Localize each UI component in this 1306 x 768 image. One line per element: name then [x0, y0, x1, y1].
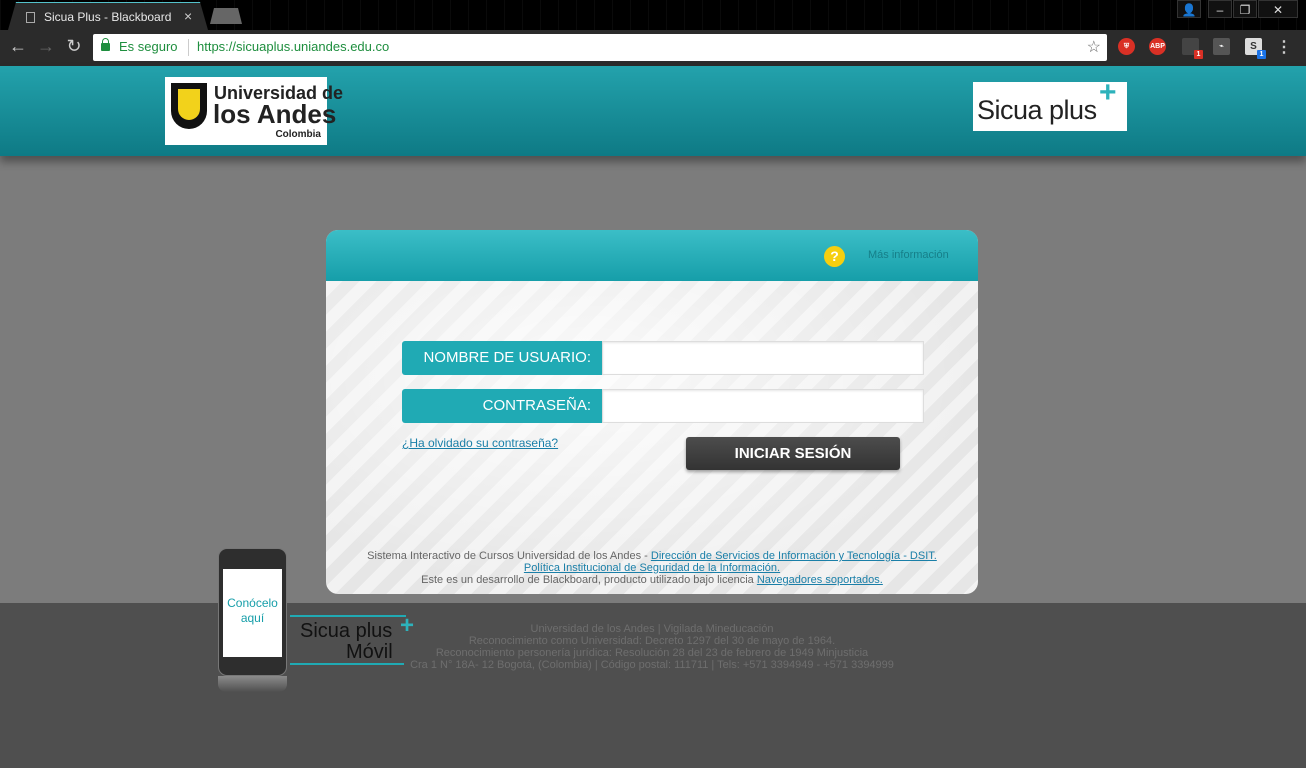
sicua-logo-text: Sicua plus	[977, 95, 1097, 125]
password-label: CONTRASEÑA:	[402, 389, 612, 423]
password-input[interactable]	[602, 389, 924, 423]
username-input[interactable]	[602, 341, 924, 375]
bookmark-star-icon[interactable]: ☆	[1087, 37, 1101, 57]
sicua-movil-title: Sicua plus	[300, 620, 393, 642]
login-card-header: ? Más información	[326, 230, 978, 281]
forgot-password-link[interactable]: ¿Ha olvidado su contraseña?	[402, 436, 558, 450]
extension-icon[interactable]: 1	[1182, 38, 1203, 59]
phone-screen: Conócelo aquí	[223, 569, 282, 657]
forward-button[interactable]: →	[34, 36, 58, 57]
browser-toolbar: ← → ↻ Es seguro https://sicuaplus.uniand…	[0, 30, 1306, 66]
reload-button[interactable]: ↻	[62, 36, 86, 57]
security-policy-link[interactable]: Política Institucional de Seguridad de l…	[524, 562, 780, 574]
site-header: Universidad de los Andes Colombia Sicua …	[0, 66, 1306, 156]
divider	[290, 615, 406, 617]
divider	[188, 39, 189, 56]
logo-text-line2: los Andes	[213, 99, 337, 129]
sicua-movil-subtitle: Móvil	[346, 641, 393, 663]
skype-icon[interactable]: S1	[1245, 38, 1266, 59]
footer-text: Este es un desarrollo de Blackboard, pro…	[421, 574, 757, 586]
pdf-icon[interactable]: ⌁	[1213, 38, 1230, 55]
more-info-link[interactable]: Más información	[868, 249, 949, 261]
shield-icon	[171, 83, 207, 129]
profile-icon[interactable]: 👤	[1177, 0, 1201, 18]
plus-icon: +	[400, 612, 415, 639]
logo-text-line3: Colombia	[275, 129, 321, 140]
plus-icon: +	[1099, 76, 1117, 109]
sicua-plus-logo: Sicua plus +	[973, 76, 1127, 131]
url-text[interactable]: https://sicuaplus.uniandes.edu.co	[197, 39, 389, 54]
divider	[290, 663, 404, 665]
footer-info: Universidad de los Andes | Vigilada Mine…	[352, 623, 952, 671]
login-button[interactable]: INICIAR SESIÓN	[686, 437, 900, 470]
login-card: ? Más información NOMBRE DE USUARIO: CON…	[326, 230, 978, 594]
restore-button[interactable]: ❐	[1233, 0, 1257, 18]
lock-icon	[101, 38, 110, 51]
footer-text: Sistema Interactivo de Cursos Universida…	[367, 550, 651, 562]
skype-badge: 1	[1257, 50, 1266, 59]
page-footer: Universidad de los Andes | Vigilada Mine…	[0, 603, 1306, 768]
secure-label: Es seguro	[119, 39, 178, 54]
dsit-link[interactable]: Dirección de Servicios de Información y …	[651, 550, 937, 562]
tab-title: Sicua Plus - Blackboard	[44, 10, 172, 24]
address-bar[interactable]: Es seguro https://sicuaplus.uniandes.edu…	[93, 34, 1107, 61]
help-icon[interactable]: ?	[824, 246, 845, 267]
browser-tab[interactable]: Sicua Plus - Blackboard ×	[8, 2, 208, 30]
extension-badge: 1	[1194, 50, 1203, 59]
close-tab-icon[interactable]: ×	[184, 8, 192, 24]
uniandes-logo[interactable]: Universidad de los Andes Colombia	[165, 77, 343, 145]
minimize-button[interactable]: –	[1208, 0, 1232, 18]
phone-text: aquí	[240, 611, 265, 625]
new-tab-button[interactable]	[210, 8, 242, 24]
login-card-footer: Sistema Interactivo de Cursos Universida…	[326, 550, 978, 586]
footer-line: Cra 1 N° 18A- 12 Bogotá, (Colombia) | Có…	[410, 659, 894, 671]
phone-text: Conócelo	[227, 596, 278, 610]
footer-line: Reconocimiento como Universidad: Decreto…	[468, 635, 836, 647]
back-button[interactable]: ←	[6, 36, 30, 57]
browser-titlebar: Sicua Plus - Blackboard × 👤 – ❐ ✕	[0, 0, 1306, 30]
close-window-button[interactable]: ✕	[1258, 0, 1298, 18]
username-label: NOMBRE DE USUARIO:	[402, 341, 612, 375]
footer-line: Reconocimiento personería jurídica: Reso…	[435, 647, 869, 659]
mobile-promo-phone[interactable]: Conócelo aquí	[218, 548, 287, 676]
page-icon	[26, 12, 35, 23]
supported-browsers-link[interactable]: Navegadores soportados.	[757, 574, 883, 586]
footer-line: Universidad de los Andes | Vigilada Mine…	[530, 623, 774, 635]
ublock-icon[interactable]: ⛨	[1118, 38, 1135, 55]
adblock-plus-icon[interactable]: ABP	[1149, 38, 1166, 55]
phone-reflection	[218, 676, 287, 692]
menu-icon[interactable]: ⋮	[1276, 37, 1292, 57]
